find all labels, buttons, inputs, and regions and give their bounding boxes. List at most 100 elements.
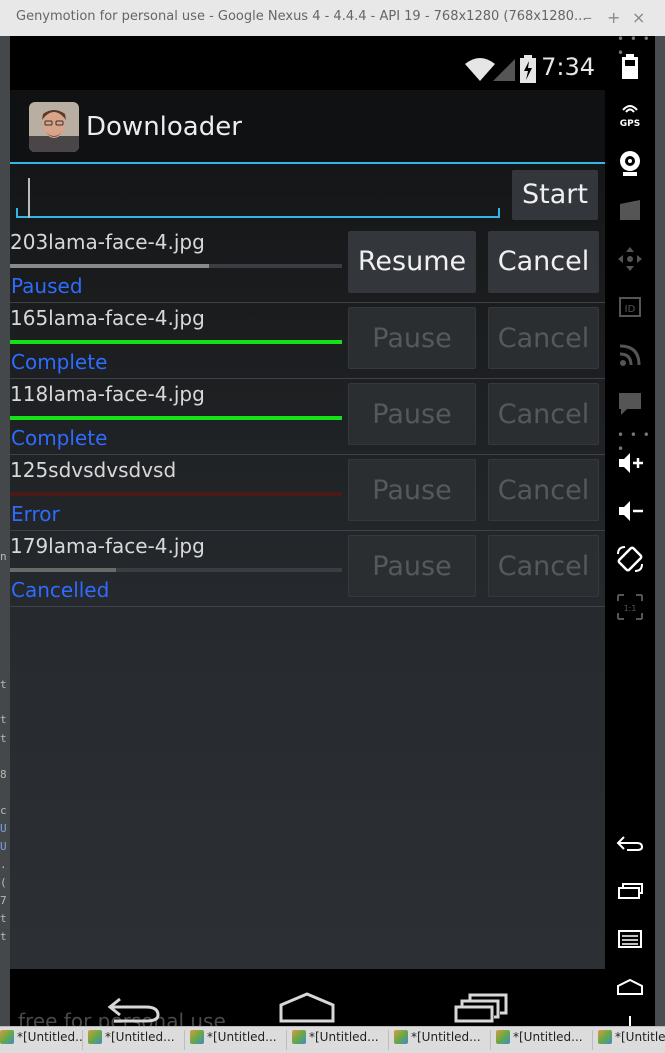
download-status: Paused <box>11 274 83 298</box>
battery-charging-icon <box>520 55 536 83</box>
emulator-sidebar: • • • • GPS ID • • • • 1:1 <box>605 32 655 1026</box>
resume-button[interactable]: Resume <box>348 231 476 293</box>
download-filename: 118lama-face-4.jpg <box>10 382 205 406</box>
taskbar-item-label: *[Untitled... <box>17 1030 83 1044</box>
recent-apps-key-icon[interactable] <box>615 876 645 906</box>
desktop-left-strip: n t t t 8 c U U . ( 7 t t <box>0 36 10 1026</box>
left-edge-glyph: U <box>0 840 7 853</box>
paint-app-icon <box>394 1030 408 1044</box>
taskbar-item-label: *[Untitled... <box>411 1030 481 1044</box>
download-progress-bar <box>10 568 342 572</box>
recents-nav-icon[interactable] <box>454 993 510 1023</box>
download-status: Complete <box>11 350 108 374</box>
start-button[interactable]: Start <box>512 170 598 220</box>
taskbar-item[interactable]: *[Untitled... <box>0 1030 83 1050</box>
download-progress-bar <box>10 340 342 344</box>
sms-widget-icon[interactable] <box>615 388 645 418</box>
taskbar-item[interactable]: *[Untitled... <box>88 1030 185 1050</box>
cancel-button[interactable]: Cancel <box>488 231 599 293</box>
desktop-right-strip <box>655 36 665 1026</box>
pause-button[interactable]: Pause <box>348 307 476 369</box>
left-edge-glyph: t <box>0 713 7 726</box>
download-row: 118lama-face-4.jpg Complete Pause Cancel <box>10 378 605 455</box>
taskbar-item-label: *[Untitled... <box>105 1030 175 1044</box>
left-edge-glyph: t <box>0 732 7 745</box>
pause-button[interactable]: Pause <box>348 535 476 597</box>
taskbar-item[interactable]: *[Untitle <box>598 1030 665 1050</box>
cancel-button[interactable]: Cancel <box>488 307 599 369</box>
download-progress-fill <box>10 416 342 420</box>
desktop-taskbar: *[Untitled... *[Untitled... *[Untitled..… <box>0 1026 665 1053</box>
back-key-icon[interactable] <box>615 828 645 858</box>
left-edge-glyph: n <box>0 550 7 563</box>
download-status: Complete <box>11 426 108 450</box>
left-edge-glyph: c <box>0 804 7 817</box>
taskbar-item[interactable]: *[Untitled... <box>292 1030 389 1050</box>
download-filename: 125sdvsdvsdvsd <box>10 458 177 482</box>
device-id-widget-icon[interactable]: ID <box>615 292 645 322</box>
left-edge-glyph: ( <box>0 876 7 889</box>
download-row: 125sdvsdvsdvsd Error Pause Cancel <box>10 454 605 531</box>
left-edge-glyph: t <box>0 678 7 691</box>
gps-widget-icon[interactable]: GPS <box>615 100 645 130</box>
status-clock: 7:34 <box>541 53 595 81</box>
taskbar-item-label: *[Untitled... <box>207 1030 277 1044</box>
back-nav-icon[interactable] <box>106 993 162 1023</box>
id-label: ID <box>625 304 636 315</box>
home-nav-icon[interactable] <box>278 991 336 1023</box>
paint-app-icon <box>292 1030 306 1044</box>
taskbar-item-label: *[Untitled... <box>309 1030 379 1044</box>
minimize-button[interactable]: – <box>584 8 592 27</box>
home-key-icon[interactable] <box>615 972 645 1002</box>
download-progress-bar <box>10 264 342 268</box>
url-input[interactable] <box>16 170 500 218</box>
app-action-bar: Downloader <box>10 90 605 164</box>
move-widget-icon[interactable] <box>615 244 645 274</box>
download-list-screen: Start 203lama-face-4.jpg Paused Resume C… <box>10 164 605 969</box>
pause-button[interactable]: Pause <box>348 383 476 445</box>
download-progress-fill <box>10 492 342 496</box>
download-row: 203lama-face-4.jpg Paused Resume Cancel <box>10 226 605 303</box>
text-caret <box>28 178 30 218</box>
download-row: 165lama-face-4.jpg Complete Pause Cancel <box>10 302 605 379</box>
download-progress-bar <box>10 416 342 420</box>
battery-widget-icon[interactable] <box>615 52 645 82</box>
close-button[interactable]: × <box>632 8 645 27</box>
maximize-button[interactable]: + <box>607 8 620 27</box>
download-progress-fill <box>10 568 116 572</box>
left-edge-glyph: 8 <box>0 768 7 781</box>
left-edge-glyph: . <box>0 858 7 871</box>
app-avatar-icon[interactable] <box>29 102 79 152</box>
wifi-icon <box>465 58 495 81</box>
webcam-widget-icon[interactable] <box>615 148 645 178</box>
download-status: Cancelled <box>11 578 110 602</box>
rotate-icon[interactable] <box>615 544 645 574</box>
download-filename: 179lama-face-4.jpg <box>10 534 205 558</box>
taskbar-item[interactable]: *[Untitled... <box>190 1030 287 1050</box>
signal-icon <box>493 59 515 81</box>
download-row: 179lama-face-4.jpg Cancelled Pause Cance… <box>10 530 605 607</box>
cancel-button[interactable]: Cancel <box>488 383 599 445</box>
rss-widget-icon[interactable] <box>615 340 645 370</box>
paint-app-icon <box>190 1030 204 1044</box>
taskbar-item-label: *[Untitle <box>615 1030 665 1044</box>
window-title-bar: Genymotion for personal use - Google Nex… <box>0 0 665 37</box>
download-status: Error <box>11 502 60 526</box>
screencast-widget-icon[interactable] <box>615 196 645 226</box>
download-filename: 165lama-face-4.jpg <box>10 306 205 330</box>
taskbar-item[interactable]: *[Untitled... <box>394 1030 491 1050</box>
menu-key-icon[interactable] <box>615 924 645 954</box>
android-nav-bar: free for personal use <box>10 969 605 1033</box>
paint-app-icon <box>88 1030 102 1044</box>
cancel-button[interactable]: Cancel <box>488 459 599 521</box>
pixel-perfect-icon[interactable]: 1:1 <box>615 592 645 622</box>
paint-app-icon <box>496 1030 510 1044</box>
volume-down-icon[interactable] <box>615 496 645 526</box>
gps-label: GPS <box>620 119 640 129</box>
download-progress-fill <box>10 340 342 344</box>
volume-up-icon[interactable] <box>615 448 645 478</box>
cancel-button[interactable]: Cancel <box>488 535 599 597</box>
paint-app-icon <box>0 1030 14 1044</box>
pause-button[interactable]: Pause <box>348 459 476 521</box>
taskbar-item[interactable]: *[Untitled... <box>496 1030 593 1050</box>
